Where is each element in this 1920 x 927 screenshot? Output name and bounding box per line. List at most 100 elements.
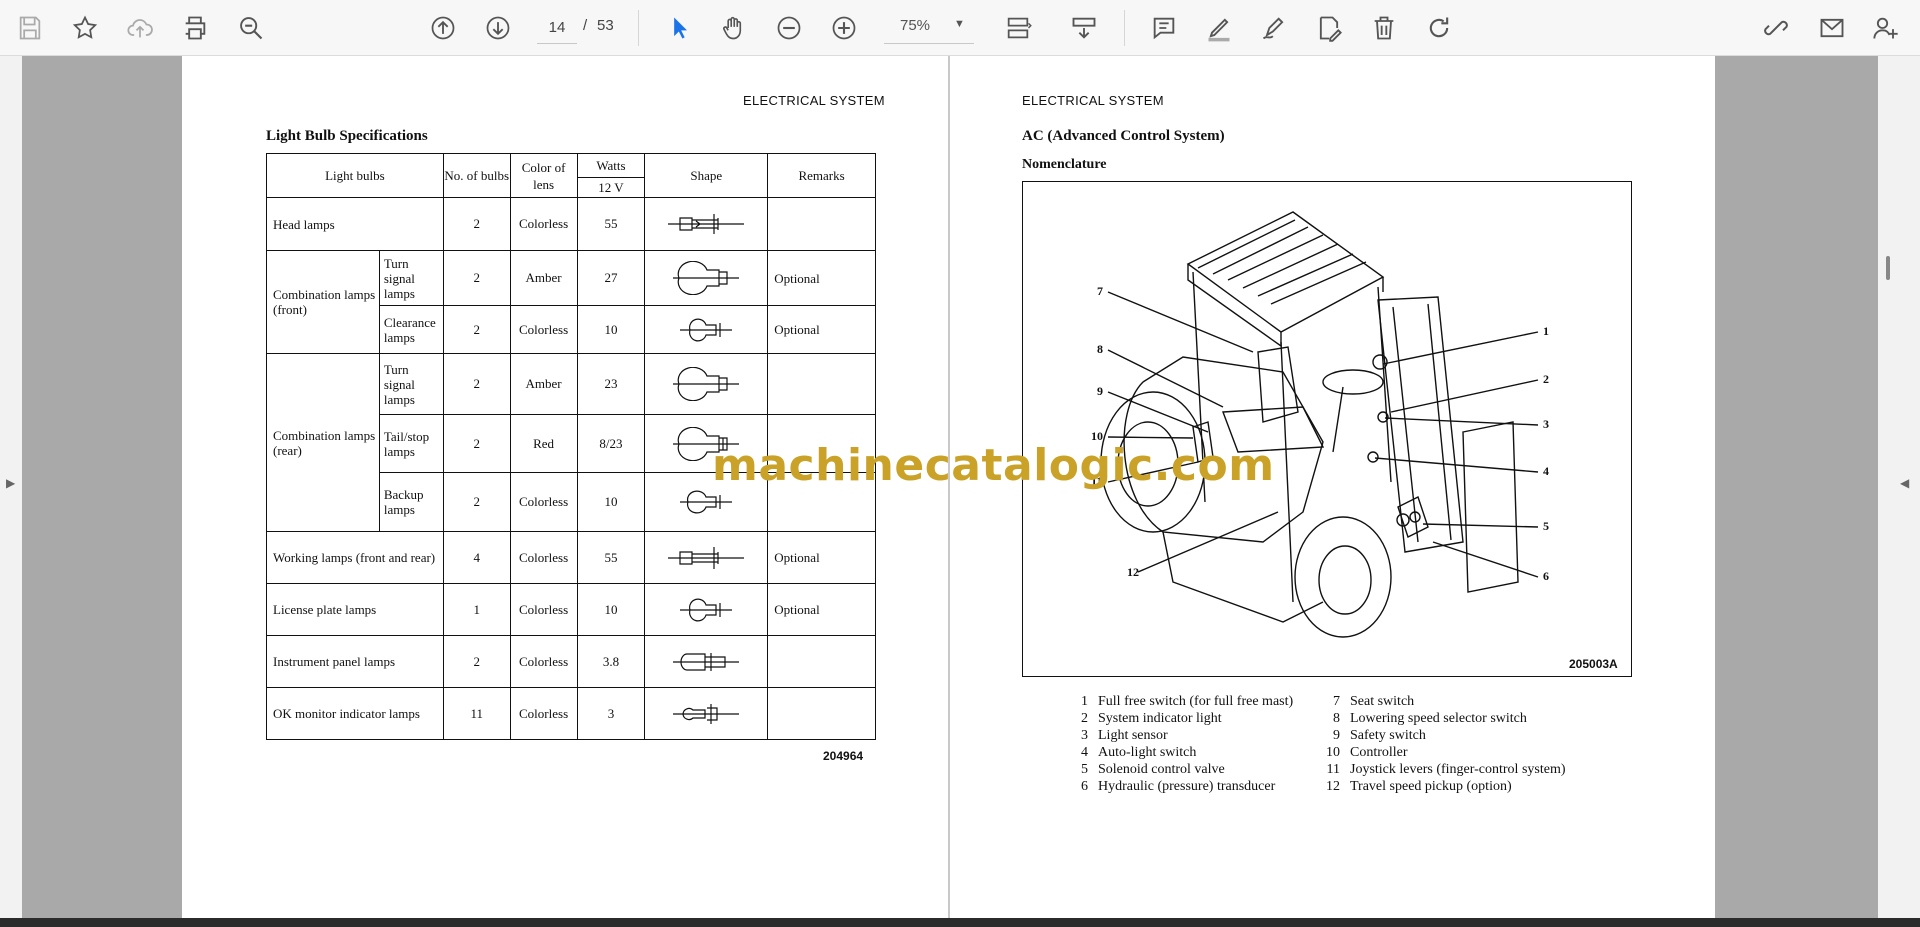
scrollbar-thumb[interactable] [1886,256,1890,280]
legend-item: 9 Safety switch [1333,728,1426,743]
add-user-icon[interactable] [1866,8,1906,48]
callout-label: 1 [1543,324,1549,338]
print-icon[interactable] [175,8,215,48]
fit-page-icon[interactable] [998,8,1038,48]
cell-shape [644,305,769,354]
cell-color: Colorless [509,635,578,688]
legend-item: 7 Seat switch [1333,694,1415,709]
zoom-value: 75% [900,17,931,34]
instrument-panel-bulb-icon [673,652,740,671]
toolbar-divider [1124,10,1125,46]
cell-sub-name: Turn signal lamps [378,250,444,306]
figure-code: 204964 [823,749,864,763]
highlight-pen-icon[interactable] [1199,8,1239,48]
table-row: Working lamps (front and rear) 4 Colorle… [266,531,876,584]
legend-item: 1 Full free switch (for full free mast) [1081,694,1294,709]
chevron-right-icon[interactable]: ▶ [6,476,15,490]
forklift-illustration [1100,211,1539,638]
cell-name: OK monitor indicator lamps [266,687,444,740]
zoom-search-icon[interactable] [231,8,271,48]
legend-item: 11 Joystick levers (finger-control system… [1326,762,1566,777]
save-icon[interactable] [10,8,50,48]
zoom-out-icon[interactable] [769,8,809,48]
chevron-left-icon[interactable]: ◀ [1900,476,1909,490]
right-panel-toggle-strip[interactable]: ◀ [1878,56,1920,918]
cell-remarks [767,635,876,688]
delete-icon[interactable] [1364,8,1404,48]
working-lamp-bulb-icon [668,546,745,569]
cell-color: Amber [509,353,578,415]
cell-count: 1 [442,583,511,636]
page-number-input[interactable] [537,12,577,44]
cell-watts: 3.8 [576,635,646,688]
legend-item: 2 System indicator light [1081,711,1222,726]
col-header-no-bulbs: No. of bulbs [442,153,511,198]
page-header: ELECTRICAL SYSTEM [1022,93,1164,108]
legend-item: 4 Auto-light switch [1081,745,1197,760]
rotate-icon[interactable] [1419,8,1459,48]
cell-count: 4 [442,531,511,584]
callout-label: 8 [1097,342,1103,356]
page-separator: / [583,17,588,34]
status-bar [0,918,1920,927]
zoom-in-icon[interactable] [824,8,864,48]
cell-name: License plate lamps [266,583,444,636]
scroll-mode-icon[interactable] [1064,8,1104,48]
cell-count: 11 [442,687,511,740]
legend-item: 5 Solenoid control valve [1081,762,1225,777]
legend-item: 6 Hydraulic (pressure) transducer [1081,779,1276,794]
zoom-dropdown[interactable]: 75% ▼ [884,12,974,44]
cell-group-name: Combination lamps (front) [266,250,380,354]
table-row: OK monitor indicator lamps 11 Colorless … [266,687,876,740]
table-row: Head lamps 2 Colorless 55 [266,197,876,251]
edit-document-icon[interactable] [1309,8,1349,48]
cell-remarks: Optional [767,250,876,306]
left-panel-toggle-strip[interactable]: ▶ [0,56,22,918]
cell-remarks: Optional [767,305,876,354]
callout-label: 2 [1543,372,1549,386]
callout-label: 7 [1097,284,1103,298]
legend-right: 7 Seat switch 8 Lowering speed selector sw… [1322,693,1566,795]
select-cursor-icon[interactable] [660,8,700,48]
cell-color: Colorless [509,472,578,532]
legend-item: 3 Light sensor [1081,728,1168,743]
cell-watts: 8/23 [576,414,646,473]
forklift-diagram: 1 2 3 4 5 6 7 8 9 10 11 12 205003A [1022,181,1632,677]
cloud-upload-icon[interactable] [120,8,160,48]
cell-shape [644,583,769,636]
share-link-icon[interactable] [1756,8,1796,48]
comment-icon[interactable] [1144,8,1184,48]
page-down-icon[interactable] [478,8,518,48]
cell-watts: 55 [576,531,646,584]
page-up-icon[interactable] [423,8,463,48]
table-row: Combination lamps (rear) Turn signal lam… [266,353,876,532]
cell-watts: 10 [576,472,646,532]
license-plate-bulb-icon [680,598,733,621]
cell-color: Colorless [509,531,578,584]
section-subtitle: Nomenclature [1022,157,1107,172]
cell-remarks [767,197,876,251]
cell-shape [644,197,769,251]
hand-pan-icon[interactable] [714,8,754,48]
col-header-shape: Shape [644,153,769,198]
cell-name: Working lamps (front and rear) [266,531,444,584]
toolbar-divider [638,10,639,46]
draw-icon[interactable] [1254,8,1294,48]
legend-item: 10 Controller [1326,745,1408,760]
cell-count: 2 [442,414,511,473]
cell-watts: 23 [576,353,646,415]
email-icon[interactable] [1812,8,1852,48]
cell-sub-name: Backup lamps [378,472,444,532]
cell-name: Instrument panel lamps [266,635,444,688]
cell-count: 2 [442,353,511,415]
cell-count: 2 [442,635,511,688]
backup-bulb-icon [680,490,733,514]
section-title: Light Bulb Specifications [266,128,428,144]
total-pages: 53 [597,17,614,34]
col-header-light-bulbs: Light bulbs [266,153,444,198]
col-header-remarks: Remarks [767,153,876,198]
bookmark-star-icon[interactable] [65,8,105,48]
cell-color: Red [509,414,578,473]
legend-left: 1 Full free switch (for full free mast) 2… [1070,693,1293,795]
ok-monitor-bulb-icon [673,703,740,724]
